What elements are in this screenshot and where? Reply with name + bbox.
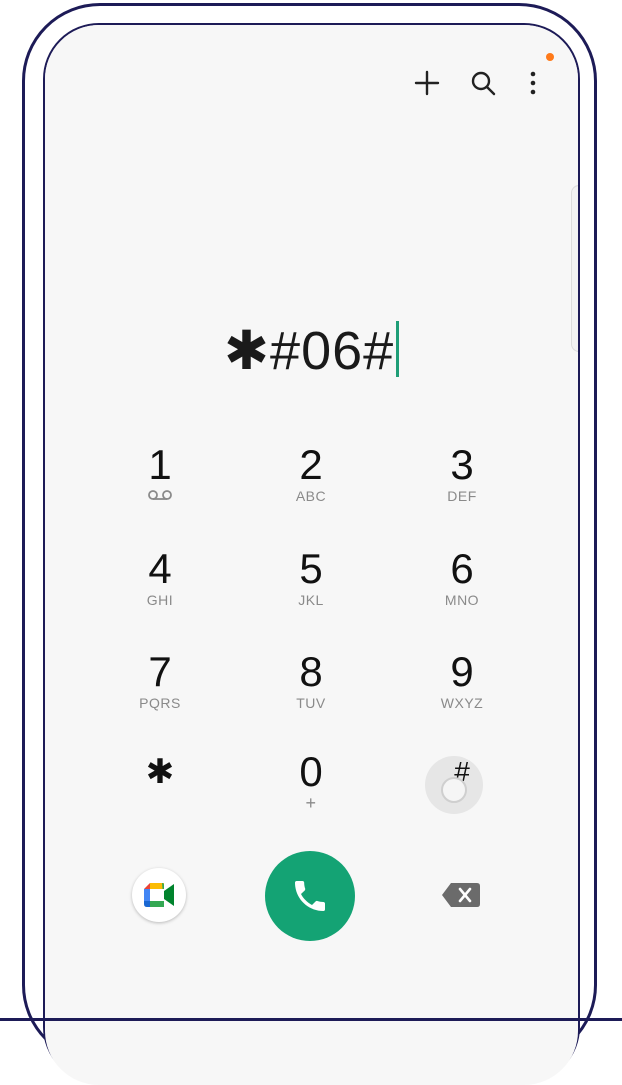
touch-indicator	[441, 777, 467, 803]
key-digit: 5	[299, 545, 323, 592]
key-letters: PQRS	[139, 695, 181, 711]
backspace-icon	[442, 883, 480, 907]
key-letters: TUV	[296, 695, 326, 711]
key-digit: 2	[299, 441, 323, 488]
key-0[interactable]: 0 +	[246, 750, 376, 842]
key-digit: 3	[450, 441, 474, 488]
key-8[interactable]: 8 TUV	[246, 650, 376, 742]
dialed-number-field[interactable]: ✱#06#	[45, 319, 578, 383]
key-digit: 4	[148, 545, 172, 592]
key-5[interactable]: 5 JKL	[246, 547, 376, 639]
dialed-number: ✱#06#	[223, 321, 395, 381]
key-4[interactable]: 4 GHI	[95, 547, 225, 639]
key-3[interactable]: 3 DEF	[397, 443, 527, 535]
delete-button[interactable]	[437, 875, 485, 915]
google-meet-icon	[144, 883, 174, 907]
key-1[interactable]: 1	[95, 443, 225, 535]
phone-icon	[295, 881, 325, 911]
dialer-screen: ✱#06# 1 2 ABC 3 DEF 4 GHI 5 JKL 6 MNO 7 …	[45, 25, 578, 1085]
key-digit: 8	[299, 648, 323, 695]
key-6[interactable]: 6 MNO	[397, 547, 527, 639]
more-vertical-icon	[530, 71, 536, 95]
more-options-button[interactable]	[513, 63, 553, 103]
key-letters: GHI	[146, 592, 174, 608]
key-digit: 7	[148, 648, 172, 695]
bottom-border	[0, 1018, 622, 1021]
key-2[interactable]: 2 ABC	[246, 443, 376, 535]
key-digit: ✱	[145, 753, 175, 791]
key-letters: +	[305, 793, 317, 813]
call-button[interactable]	[265, 851, 355, 941]
key-9[interactable]: 9 WXYZ	[397, 650, 527, 742]
key-digit: 6	[450, 545, 474, 592]
key-letters: DEF	[447, 488, 477, 504]
notification-dot	[546, 53, 554, 61]
video-call-button[interactable]	[132, 868, 186, 922]
key-digit: 0	[299, 748, 323, 795]
key-digit: 1	[148, 441, 172, 488]
text-cursor	[396, 321, 400, 377]
key-7[interactable]: 7 PQRS	[95, 650, 225, 742]
plus-icon	[414, 70, 440, 96]
key-digit: 9	[450, 648, 474, 695]
voicemail-icon	[148, 490, 172, 500]
key-letters: WXYZ	[440, 695, 484, 711]
search-icon	[471, 71, 496, 96]
key-letters: JKL	[298, 592, 324, 608]
key-star[interactable]: ✱	[95, 750, 225, 842]
key-letters: ABC	[295, 488, 327, 504]
add-contact-button[interactable]	[407, 63, 447, 103]
search-button[interactable]	[463, 63, 503, 103]
key-letters: MNO	[444, 592, 480, 608]
